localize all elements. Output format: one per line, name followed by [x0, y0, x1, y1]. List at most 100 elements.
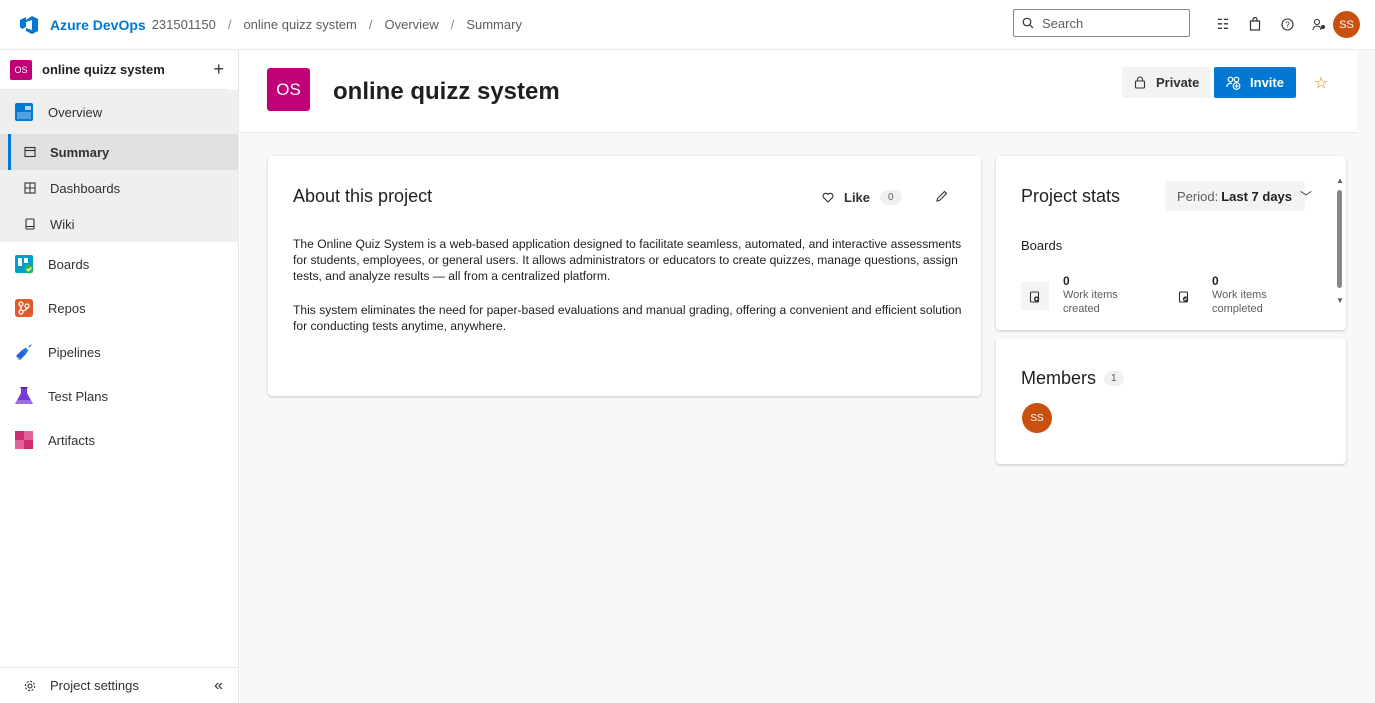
- crumb-separator: /: [450, 17, 455, 32]
- user-avatar[interactable]: SS: [1333, 11, 1360, 38]
- sidebar: OS online quizz system + Overview Summar…: [0, 50, 239, 703]
- shopping-bag-icon[interactable]: [1239, 13, 1271, 35]
- search-placeholder: Search: [1042, 15, 1084, 31]
- stats-title: Project stats: [1021, 186, 1121, 206]
- like-count-badge: 0: [880, 190, 902, 205]
- stats-scrollbar[interactable]: ▲ ▼: [1336, 176, 1344, 310]
- about-project-card: About this project Like 0 The Online Qui…: [268, 156, 981, 396]
- pipelines-icon: [16, 344, 32, 360]
- help-icon[interactable]: ?: [1271, 13, 1303, 35]
- stat-label: Work items created: [1063, 289, 1118, 315]
- work-item-created-icon: [1021, 282, 1049, 310]
- project-badge-icon: OS: [10, 59, 32, 80]
- sidebar-item-boards[interactable]: Boards: [0, 242, 238, 286]
- page-title: online quizz system: [333, 78, 560, 105]
- chevron-down-icon: ﹀: [1300, 189, 1313, 204]
- sidebar-item-label: Overview: [48, 104, 103, 120]
- top-bar: Azure DevOps 231501150 / online quizz sy…: [0, 0, 1375, 50]
- test-plans-icon: [15, 387, 33, 404]
- page-header: OS online quizz system Private Invite ☆: [240, 50, 1357, 133]
- add-people-icon: [1226, 76, 1241, 90]
- like-label: Like: [844, 190, 871, 205]
- dashboards-icon: [24, 182, 36, 194]
- project-stats-card: Project stats Period: Last 7 days ﹀ Boar…: [996, 156, 1346, 330]
- invite-button[interactable]: Invite: [1214, 67, 1296, 98]
- sidebar-item-label: Pipelines: [48, 344, 101, 360]
- main-content: OS online quizz system Private Invite ☆ …: [240, 50, 1375, 703]
- favorite-star-icon[interactable]: ☆: [1314, 73, 1328, 93]
- sidebar-item-label: Wiki: [50, 216, 75, 232]
- user-settings-icon[interactable]: [1303, 13, 1335, 35]
- period-value: Last 7 days: [1221, 188, 1293, 204]
- svg-text:?: ?: [1285, 20, 1290, 29]
- project-settings-link[interactable]: Project settings «: [0, 667, 239, 703]
- sidebar-item-artifacts[interactable]: Artifacts: [0, 418, 238, 462]
- crumb-summary[interactable]: Summary: [466, 17, 522, 32]
- search-input[interactable]: Search: [1013, 9, 1190, 37]
- add-icon[interactable]: +: [213, 59, 224, 80]
- boards-icon: [15, 255, 34, 274]
- wiki-icon: [24, 218, 36, 230]
- sidebar-item-label: Repos: [48, 300, 86, 316]
- scroll-up-icon[interactable]: ▲: [1336, 176, 1344, 185]
- member-avatar[interactable]: SS: [1022, 403, 1052, 433]
- sidebar-item-summary[interactable]: Summary: [0, 134, 238, 170]
- heart-icon: [822, 192, 834, 203]
- sidebar-item-wiki[interactable]: Wiki: [0, 206, 238, 242]
- sidebar-item-pipelines[interactable]: Pipelines: [0, 330, 238, 374]
- members-count-badge: 1: [1104, 371, 1124, 386]
- sidebar-item-label: Dashboards: [50, 180, 121, 196]
- private-label: Private: [1156, 75, 1200, 90]
- sidebar-item-repos[interactable]: Repos: [0, 286, 238, 330]
- private-button[interactable]: Private: [1122, 67, 1212, 98]
- stat-value: 0: [1212, 274, 1219, 288]
- members-card: Members 1 SS: [996, 338, 1346, 464]
- crumb-overview[interactable]: Overview: [385, 17, 439, 32]
- overview-icon: [15, 103, 33, 121]
- about-description: This system eliminates the need for pape…: [293, 303, 962, 333]
- project-settings-label: Project settings: [50, 678, 139, 693]
- edit-pencil-icon[interactable]: [935, 190, 948, 208]
- search-icon: [1022, 17, 1034, 29]
- collapse-sidebar-icon[interactable]: «: [214, 677, 223, 695]
- sidebar-item-label: Test Plans: [48, 388, 108, 404]
- gear-icon: [24, 680, 36, 691]
- period-prefix: Period:: [1177, 188, 1219, 204]
- summary-icon: [24, 146, 36, 158]
- stat-work-items-created: 0 Work items created: [1021, 274, 1143, 316]
- sidebar-item-test-plans[interactable]: Test Plans: [0, 374, 238, 418]
- members-title: Members: [1021, 368, 1097, 388]
- sidebar-item-label: Artifacts: [48, 432, 95, 448]
- sidebar-item-label: Summary: [50, 144, 110, 160]
- sidebar-item-overview[interactable]: Overview: [0, 90, 238, 134]
- sidebar-project-name: online quizz system: [42, 62, 165, 77]
- about-title: About this project: [293, 186, 433, 206]
- scrollbar-thumb[interactable]: [1337, 190, 1342, 288]
- task-list-icon[interactable]: ☷: [1207, 13, 1239, 35]
- stat-work-items-completed: 0 Work items completed: [1170, 274, 1292, 316]
- about-description: The Online Quiz System is a web-based ap…: [293, 237, 962, 283]
- sidebar-project-header[interactable]: OS online quizz system +: [0, 50, 228, 90]
- stat-value: 0: [1063, 274, 1070, 288]
- brand-link[interactable]: Azure DevOps: [50, 17, 146, 33]
- stat-label: Work items completed: [1212, 289, 1267, 315]
- artifacts-icon: [15, 431, 33, 449]
- period-dropdown[interactable]: Period: Last 7 days ﹀: [1165, 181, 1312, 211]
- work-item-completed-icon: [1170, 282, 1198, 310]
- repos-icon: [15, 299, 33, 317]
- sidebar-item-dashboards[interactable]: Dashboards: [0, 170, 238, 206]
- top-icons: ☷ ?: [1207, 13, 1335, 35]
- stats-section-label: Boards: [1021, 238, 1063, 253]
- lock-icon: [1134, 76, 1146, 89]
- crumb-separator: /: [368, 17, 373, 32]
- invite-label: Invite: [1250, 75, 1284, 90]
- org-link[interactable]: 231501150: [152, 17, 216, 32]
- azure-devops-logo-icon[interactable]: [18, 14, 40, 36]
- breadcrumb: Azure DevOps 231501150 / online quizz sy…: [18, 14, 534, 36]
- scroll-down-icon[interactable]: ▼: [1336, 296, 1344, 305]
- crumb-separator: /: [227, 17, 232, 32]
- crumb-project[interactable]: online quizz system: [243, 17, 356, 32]
- like-button[interactable]: Like 0: [822, 190, 902, 205]
- sidebar-item-label: Boards: [48, 256, 90, 272]
- project-avatar: OS: [267, 68, 310, 111]
